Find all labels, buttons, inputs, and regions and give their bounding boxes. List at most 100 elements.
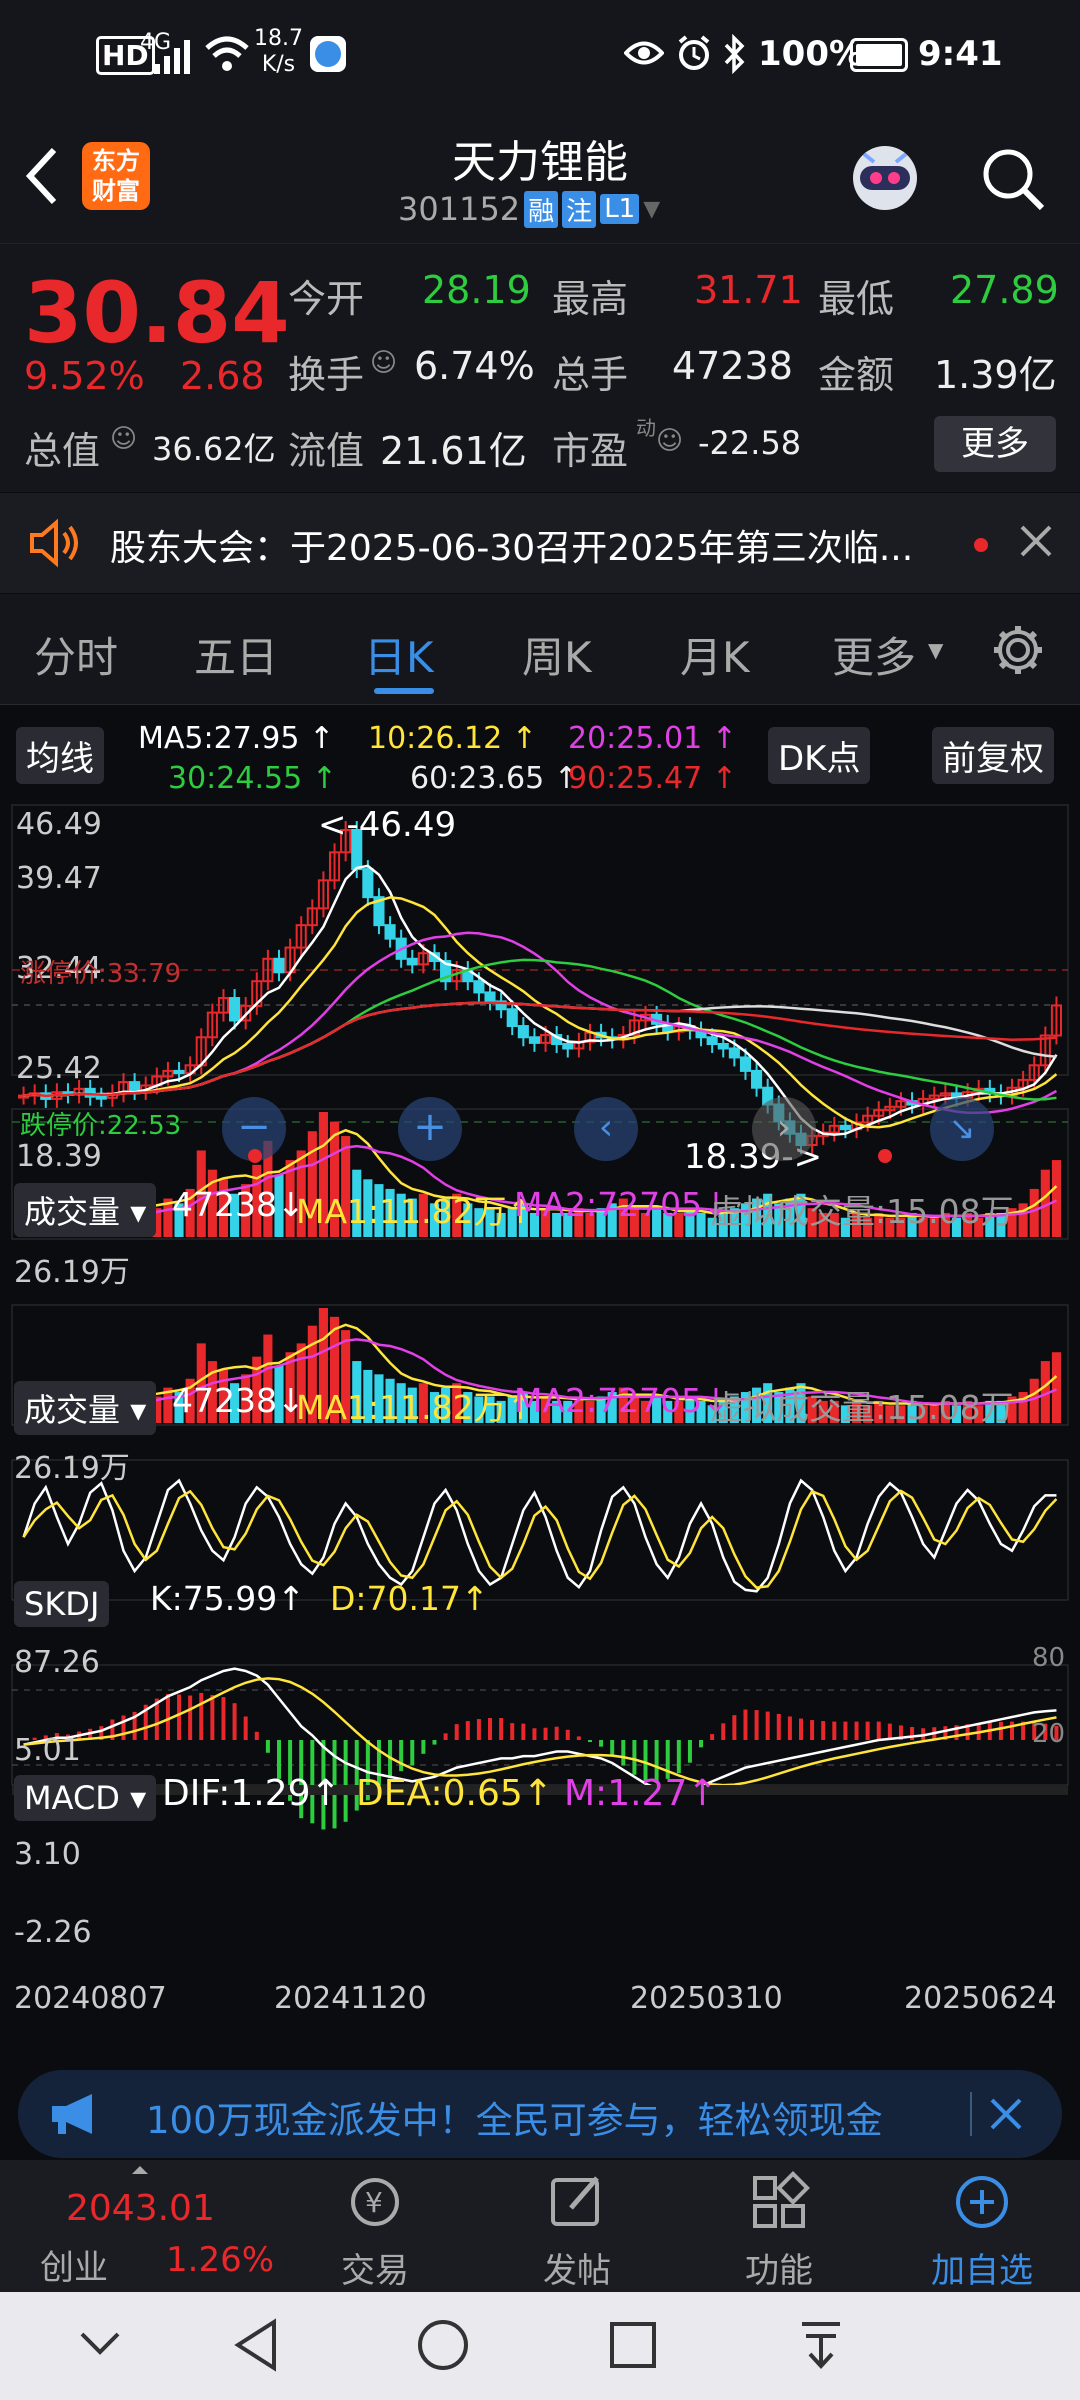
- vol2-ymax: 26.19万: [14, 1451, 130, 1486]
- speaker-icon: [30, 518, 78, 568]
- candle: [717, 1042, 729, 1050]
- volume-selector-1[interactable]: 成交量 ▾: [14, 1183, 157, 1237]
- notice-bar[interactable]: 股东大会：于2025-06-30召开2025年第三次临...: [0, 493, 1080, 593]
- macd-bar: [554, 1726, 559, 1740]
- more-button[interactable]: 更多: [934, 416, 1056, 472]
- quote-panel: 30.84 9.52% 2.68 今开 28.19 最高 31.71 最低 27…: [0, 244, 1080, 492]
- macd-bar: [865, 1721, 870, 1740]
- l1-badge[interactable]: L1: [600, 194, 640, 224]
- chart-canvas[interactable]: [0, 705, 1080, 2045]
- macd-bar: [687, 1740, 692, 1763]
- wifi-icon: [205, 36, 249, 71]
- macd-bar: [821, 1721, 826, 1740]
- event-dot[interactable]: [878, 1149, 892, 1163]
- macd-bar: [810, 1720, 815, 1740]
- promo-banner[interactable]: 100万现金派发中！全民可参与，轻松领现金: [18, 2070, 1062, 2158]
- macd-bar: [621, 1740, 626, 1766]
- zoom-in-button[interactable]: +: [398, 1097, 462, 1161]
- open-label: 今开: [288, 277, 365, 321]
- volume-value-1: 47238↓: [172, 1185, 305, 1224]
- skdj-selector[interactable]: SKDJ: [14, 1581, 110, 1627]
- macd-bar: [754, 1710, 759, 1740]
- scroll-left-button[interactable]: ‹: [574, 1097, 638, 1161]
- event-dot[interactable]: [248, 1149, 262, 1163]
- close-icon[interactable]: [1018, 523, 1054, 559]
- index-value[interactable]: 2043.01: [66, 2188, 215, 2229]
- candle: [562, 1042, 574, 1050]
- volume-value-2: 47238↓: [172, 1381, 305, 1420]
- candle: [528, 1036, 540, 1044]
- volume-bar: [1051, 1352, 1061, 1423]
- candle: [173, 1069, 185, 1075]
- nav-trade[interactable]: ¥ 交易: [320, 2170, 430, 2292]
- turnover-label: 换手: [288, 353, 365, 397]
- download-icon[interactable]: [796, 2318, 846, 2372]
- amount-label: 金额: [818, 353, 895, 397]
- mktcap-label: 总值: [24, 429, 101, 473]
- home-icon[interactable]: [416, 2318, 470, 2372]
- vol2-ma2: MA2:72705↓: [514, 1381, 730, 1420]
- tab-weekly-k[interactable]: 周K: [522, 624, 592, 685]
- nav-functions[interactable]: 功能: [724, 2170, 834, 2292]
- candle: [362, 868, 374, 899]
- index-percent[interactable]: 1.26%: [166, 2240, 274, 2280]
- registration-badge: 注: [562, 190, 597, 228]
- macd-ymax: 3.10: [14, 1837, 81, 1872]
- low-value: 27.89: [950, 268, 1059, 312]
- tab-monthly-k[interactable]: 月K: [680, 624, 750, 685]
- more-dropdown-icon[interactable]: ▼: [928, 638, 943, 662]
- info-icon[interactable]: ☺: [370, 348, 397, 378]
- macd-bar: [532, 1728, 537, 1740]
- info-icon[interactable]: ☺: [656, 426, 683, 456]
- candle: [506, 1008, 518, 1028]
- macd-bar: [510, 1723, 515, 1740]
- info-icon[interactable]: ☺: [110, 424, 137, 454]
- stock-header: 东方 财富 天力锂能 301152 融 注 L1 ▼: [0, 108, 1080, 244]
- kline-chart-area[interactable]: 均线 MA5:27.95 ↑ 10:26.12 ↑ 20:25.01 ↑ 30:…: [0, 705, 1080, 2045]
- vol2-virtual: 虚拟成交量:15.08万: [710, 1388, 1014, 1427]
- macd-bar: [499, 1718, 504, 1740]
- back-nav-icon[interactable]: [232, 2318, 280, 2372]
- expand-icon[interactable]: [132, 2166, 148, 2174]
- macd-selector[interactable]: MACD ▾: [14, 1775, 157, 1821]
- tab-more[interactable]: 更多: [832, 624, 916, 685]
- search-icon[interactable]: [980, 146, 1046, 212]
- tab-intraday[interactable]: 分时: [34, 624, 118, 685]
- volume-selector-2[interactable]: 成交量 ▾: [14, 1381, 157, 1435]
- chevron-down-icon[interactable]: [78, 2328, 122, 2358]
- close-icon[interactable]: [988, 2096, 1024, 2132]
- volume-bar: [1051, 1160, 1061, 1237]
- macd-bar: [410, 1740, 415, 1766]
- nav-add-watchlist[interactable]: 加自选: [922, 2170, 1042, 2292]
- tab-daily-k[interactable]: 日K: [364, 624, 434, 685]
- status-bar: HD 4G 18.7 K/s 100% 9:41: [0, 0, 1080, 108]
- app-notify-icon: [310, 36, 346, 72]
- robot-assistant-icon[interactable]: [844, 138, 926, 218]
- scroll-right-button[interactable]: ›: [752, 1097, 816, 1161]
- dropdown-icon[interactable]: ▼: [643, 197, 660, 222]
- macd-m: M:1.27↑: [564, 1773, 718, 1814]
- change-percent: 9.52%: [24, 354, 145, 398]
- volume-value: 47238: [672, 344, 793, 388]
- low-label: 最低: [818, 277, 895, 321]
- recents-icon[interactable]: [608, 2320, 658, 2370]
- macd-bar: [610, 1740, 615, 1755]
- candle: [751, 1069, 763, 1089]
- index-name[interactable]: 创业: [40, 2240, 108, 2289]
- promo-text[interactable]: 100万现金派发中！全民可参与，轻松领现金: [146, 2090, 883, 2144]
- macd-bar: [177, 1694, 182, 1740]
- candle: [839, 1124, 851, 1131]
- period-tabs: 分时 五日 日K 周K 月K 更多 ▼: [0, 594, 1080, 705]
- gear-icon[interactable]: [990, 622, 1046, 678]
- nav-post[interactable]: 发帖: [522, 2170, 632, 2292]
- macd-bar: [221, 1697, 226, 1740]
- volume-bar: [1029, 1188, 1039, 1237]
- notice-text[interactable]: 股东大会：于2025-06-30召开2025年第三次临...: [110, 519, 913, 571]
- macd-bar: [454, 1724, 459, 1740]
- megaphone-icon: [52, 2094, 92, 2134]
- unread-dot: [974, 538, 988, 552]
- fullscreen-button[interactable]: ↘: [930, 1097, 994, 1161]
- skdj-d: D:70.17↑: [330, 1579, 489, 1618]
- vol1-virtual: 虚拟成交量:15.08万: [710, 1192, 1014, 1231]
- tab-five-day[interactable]: 五日: [194, 624, 278, 685]
